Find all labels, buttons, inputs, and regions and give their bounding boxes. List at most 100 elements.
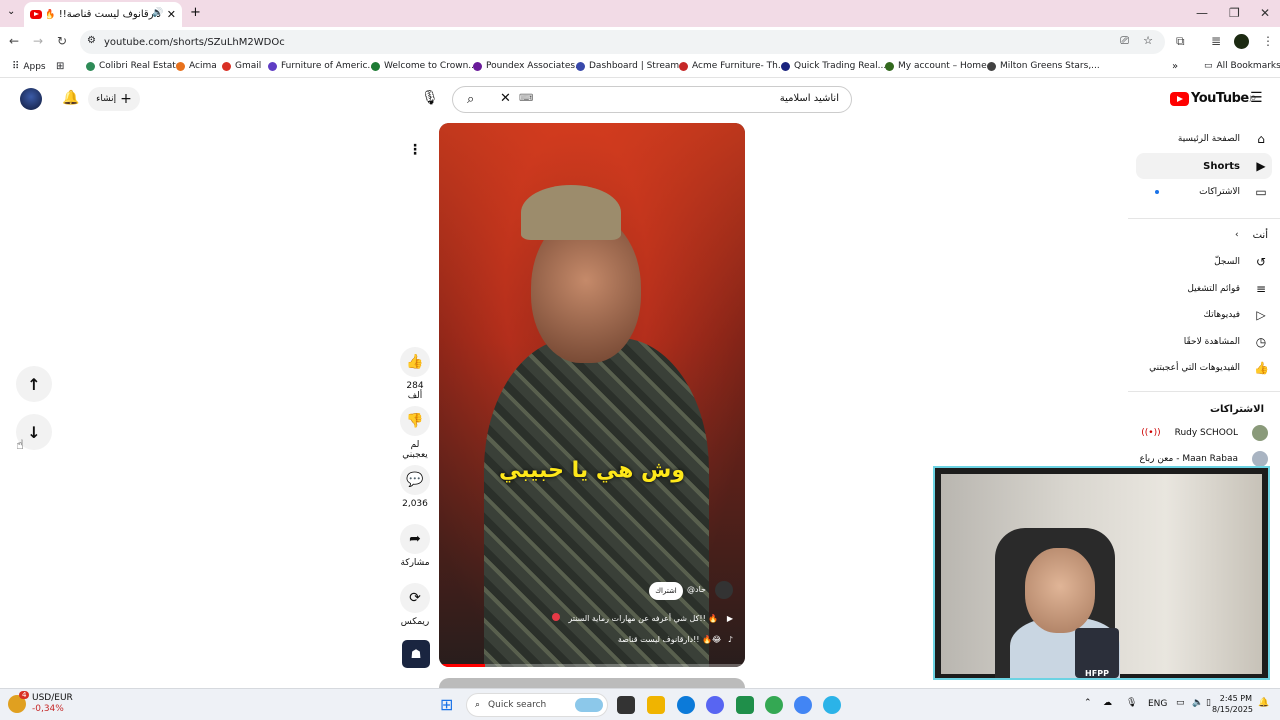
bookmark-apps[interactable]: ⠿ Apps (12, 61, 46, 72)
subscription-rudy-school[interactable]: ((•)) Rudy SCHOOL (1136, 420, 1272, 446)
create-button[interactable]: إنشاء + (88, 87, 140, 111)
voice-search-icon[interactable]: 🎙 (421, 90, 439, 106)
previous-short-button[interactable]: ↑ (16, 366, 52, 402)
comments-action[interactable]: 💬 2,036 (398, 465, 432, 509)
bookmark-acima[interactable]: Acima (176, 61, 217, 71)
notifications-bell-icon[interactable]: 🔔 (62, 90, 79, 106)
tab-close-icon[interactable]: ✕ (167, 8, 176, 21)
more-bookmarks-icon[interactable]: » (1172, 61, 1178, 72)
video-caption: وش هي يا حبيبي (498, 458, 686, 483)
task-view-icon[interactable] (617, 696, 635, 714)
bookmark-quick-trading[interactable]: Quick Trading Real... (781, 61, 886, 71)
hamburger-menu-icon[interactable]: ☰ (1250, 90, 1263, 106)
sound-thumbnail[interactable]: ☗ (402, 640, 430, 668)
sidebar-item-history[interactable]: السجلّ ↺ (1136, 249, 1272, 275)
bookmark-acme-furniture[interactable]: Acme Furniture- Th... (679, 61, 786, 71)
chrome-menu-icon[interactable]: ⋮ (1262, 34, 1274, 48)
account-avatar[interactable] (20, 88, 42, 110)
short-video-player[interactable]: وش هي يا حبيبي اشتراك @حاد كل شي أعرفه ع… (439, 123, 745, 667)
short-description[interactable]: كل شي أعرفه عن مهارات رماية السنتر!! 🔥 ▶ (551, 613, 733, 623)
minimize-icon[interactable]: — (1196, 6, 1208, 20)
sidebar-item-watch-later[interactable]: المشاهدة لاحقًا ◷ (1136, 329, 1272, 355)
keyboard-icon[interactable]: ⌨ (519, 93, 533, 104)
share-icon[interactable]: ➦ (400, 524, 430, 554)
edge-icon[interactable] (677, 696, 695, 714)
tab-search-icon[interactable]: ⌄ (7, 6, 15, 17)
sidebar-item-liked-videos[interactable]: الفيديوهات التي أعجبتني 👍 (1136, 355, 1272, 381)
bookmark-milton-greens[interactable]: Milton Greens Stars,... (987, 61, 1100, 71)
thumbs-up-icon[interactable]: 👍 (400, 347, 430, 377)
windows-start-icon[interactable]: ⊞ (440, 695, 453, 714)
share-action[interactable]: ➦ مشاركة (398, 524, 432, 568)
notification-center-icon[interactable]: 🔔 (1258, 698, 1269, 708)
search-icon: ⌕ (475, 700, 481, 710)
reload-icon[interactable]: ↻ (57, 34, 67, 48)
maximize-icon[interactable]: ❐ (1229, 6, 1240, 20)
next-short-preview[interactable] (439, 678, 745, 688)
youtube-logo[interactable]: YouTube JO (1170, 91, 1256, 106)
sidebar-item-playlists[interactable]: قوائم التشغيل ≡ (1136, 276, 1272, 302)
audio-playing-icon[interactable]: 🔊 (152, 8, 163, 18)
sidebar-you-heading[interactable]: ‹ أنت (1136, 222, 1272, 248)
media-control-icon[interactable]: ≣ (1211, 34, 1221, 48)
video-progress-bar[interactable] (439, 664, 745, 667)
back-icon[interactable]: ← (9, 34, 19, 48)
new-tab-icon[interactable]: + (190, 5, 201, 20)
site-info-icon[interactable]: ⚙ (87, 35, 96, 46)
dislike-action[interactable]: 👎 لم يعجبني (398, 406, 432, 460)
google-apps-icon[interactable]: ⊞ (56, 61, 64, 72)
battery-icon[interactable]: ▯ (1206, 698, 1211, 708)
thumbs-down-icon[interactable]: 👎 (400, 406, 430, 436)
profile-avatar[interactable] (1234, 34, 1249, 49)
bookmark-star-icon[interactable]: ☆ (1143, 34, 1153, 47)
more-options-button[interactable]: ⋮ (401, 136, 429, 164)
short-sound[interactable]: دارقانوف ليست قناصة!! 🔥😂 ♪ (618, 635, 733, 644)
window-close-icon[interactable]: ✕ (1260, 6, 1270, 20)
bookmark-gmail[interactable]: Gmail (222, 61, 261, 71)
volume-icon[interactable]: 🔈 (1192, 698, 1203, 708)
currency-widget[interactable]: 4 USD/EUR -0,34% (8, 691, 73, 715)
channel-handle[interactable]: @حاد (687, 585, 706, 594)
taskbar-search[interactable]: ⌕ Quick search (466, 693, 608, 717)
clock[interactable]: 2:45 PM 8/15/2025 (1212, 693, 1253, 715)
network-icon[interactable]: ▭ (1176, 698, 1185, 708)
subscribe-button[interactable]: اشتراك (649, 582, 683, 600)
remix-icon[interactable]: ⟳ (400, 583, 430, 613)
discord-icon[interactable] (706, 696, 724, 714)
sidebar-item-your-videos[interactable]: فيديوهاتك ▷ (1136, 302, 1272, 328)
app-icon[interactable] (736, 696, 754, 714)
search-box[interactable]: ⌕ ✕ ⌨ اناشيد اسلامية (452, 86, 852, 113)
forward-icon[interactable]: → (33, 34, 43, 48)
bookmark-crown[interactable]: Welcome to Crown... (371, 61, 477, 71)
browser-tab[interactable]: 🔊 دارقانوف ليست قناصة!! 🔥😂 ✕ (24, 2, 182, 27)
bookmark-furniture-of-america[interactable]: Furniture of Americ... (268, 61, 376, 71)
show-hidden-icons-icon[interactable]: ⌃ (1084, 698, 1092, 708)
search-icon[interactable]: ⌕ (467, 92, 474, 107)
bookmark-colibri[interactable]: Colibri Real Estate (86, 61, 181, 71)
chrome-profile-icon[interactable] (794, 696, 812, 714)
remix-action[interactable]: ⟳ ريمكس (398, 583, 432, 627)
install-app-icon[interactable]: ⎚ (1120, 34, 1129, 48)
like-action[interactable]: 👍 284 ألف (398, 347, 432, 401)
all-bookmarks[interactable]: ▭ All Bookmarks (1204, 61, 1280, 71)
file-explorer-icon[interactable] (647, 696, 665, 714)
app-icon[interactable] (823, 696, 841, 714)
bookmark-poundex[interactable]: Poundex Associates... (473, 61, 584, 71)
video-subject-cap (521, 185, 621, 240)
channel-avatar[interactable] (715, 581, 733, 599)
extensions-icon[interactable]: ⧉ (1176, 34, 1185, 49)
sidebar-item-home[interactable]: الصفحة الرئيسية ⌂ (1136, 126, 1272, 152)
search-input[interactable]: اناشيد اسلامية (780, 93, 839, 104)
bookmark-my-account[interactable]: My account – Home... (885, 61, 995, 71)
microphone-icon[interactable]: 🎙 (1126, 698, 1137, 708)
chrome-icon[interactable] (765, 696, 783, 714)
bookmark-dashboard-stream[interactable]: Dashboard | Stream... (576, 61, 688, 71)
address-bar[interactable]: ⚙ youtube.com/shorts/SZuLhM2WDOc ⎚ ☆ (80, 30, 1165, 54)
onedrive-icon[interactable]: ☁ (1103, 698, 1112, 708)
sidebar-item-shorts[interactable]: Shorts ▶ (1136, 153, 1272, 179)
language-indicator[interactable]: ENG (1148, 699, 1167, 709)
clear-search-icon[interactable]: ✕ (500, 91, 511, 106)
currency-change: -0,34% (32, 704, 64, 714)
comment-icon[interactable]: 💬 (400, 465, 430, 495)
sidebar-item-subscriptions[interactable]: الاشتراكات ▭ (1136, 179, 1272, 205)
